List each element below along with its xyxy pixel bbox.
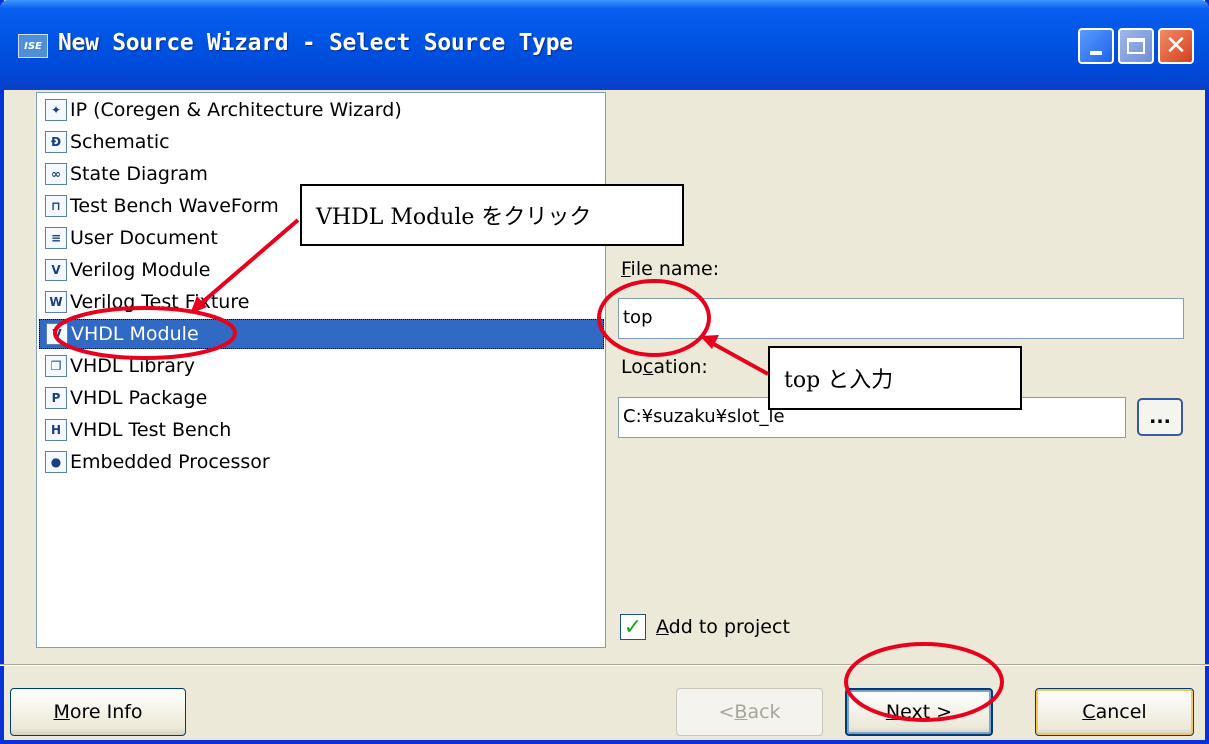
- file-name-input[interactable]: top: [618, 298, 1184, 339]
- maximize-button[interactable]: [1118, 28, 1154, 64]
- list-item-label: User Document: [70, 227, 218, 249]
- state-diagram-icon: ∞: [45, 163, 67, 185]
- processor-icon: ●: [45, 451, 67, 473]
- footer-separator: [0, 664, 1209, 666]
- list-item-label: Embedded Processor: [70, 451, 270, 473]
- vhdl-module-icon: V: [46, 323, 68, 345]
- maximize-icon: [1127, 38, 1145, 54]
- list-item-label: IP (Coregen & Architecture Wizard): [70, 99, 402, 121]
- ip-core-icon: ✦: [45, 99, 67, 121]
- title-bar[interactable]: ISE New Source Wizard - Select Source Ty…: [0, 0, 1209, 90]
- list-item-test-bench-waveform[interactable]: ⊓ Test Bench WaveForm: [45, 191, 279, 221]
- close-icon: ✕: [1165, 31, 1187, 61]
- document-icon: ≡: [45, 227, 67, 249]
- callout-vhdl-module: VHDL Module をクリック: [300, 184, 684, 246]
- cancel-button[interactable]: Cancel: [1035, 688, 1194, 736]
- list-item-state-diagram[interactable]: ∞ State Diagram: [45, 159, 208, 189]
- file-name-label: File name:: [621, 258, 720, 280]
- list-item-vhdl-library[interactable]: ❐ VHDL Library: [45, 351, 195, 381]
- list-item-verilog-test-fixture[interactable]: W Verilog Test Fixture: [45, 287, 249, 317]
- list-item-label: Verilog Test Fixture: [70, 291, 250, 313]
- list-item-vhdl-module[interactable]: V VHDL Module: [39, 319, 604, 349]
- list-item-label: VHDL Library: [70, 355, 195, 377]
- window-title: New Source Wizard - Select Source Type: [58, 30, 573, 56]
- list-item-label: Schematic: [70, 131, 170, 153]
- close-button[interactable]: ✕: [1158, 28, 1194, 64]
- list-item-label: VHDL Module: [71, 323, 199, 345]
- list-item-label: Verilog Module: [70, 259, 211, 281]
- list-item-verilog-module[interactable]: V Verilog Module: [45, 255, 210, 285]
- list-item-label: Test Bench WaveForm: [70, 195, 279, 217]
- callout-top-input: top と入力: [768, 346, 1022, 410]
- library-icon: ❐: [45, 355, 67, 377]
- back-button[interactable]: < Back: [676, 688, 823, 736]
- location-label: Location:: [621, 356, 708, 378]
- source-type-list[interactable]: ✦ IP (Coregen & Architecture Wizard) Ð Sche…: [36, 92, 606, 648]
- list-item-schematic[interactable]: Ð Schematic: [45, 127, 170, 157]
- add-to-project-checkbox[interactable]: ✓: [620, 614, 646, 640]
- more-info-button[interactable]: More Info: [10, 688, 186, 736]
- verilog-module-icon: V: [45, 259, 67, 281]
- list-item-vhdl-package[interactable]: P VHDL Package: [45, 383, 207, 413]
- list-item-embedded-processor[interactable]: ● Embedded Processor: [45, 447, 270, 477]
- list-item-ip-coregen-architecture-wizard[interactable]: ✦ IP (Coregen & Architecture Wizard): [45, 95, 402, 125]
- schematic-icon: Ð: [45, 131, 67, 153]
- testbench-icon: H: [45, 419, 67, 441]
- next-button[interactable]: Next >: [845, 688, 993, 736]
- waveform-icon: ⊓: [45, 195, 67, 217]
- list-item-label: VHDL Test Bench: [70, 419, 232, 441]
- minimize-button[interactable]: [1078, 28, 1114, 64]
- verilog-fixture-icon: W: [45, 291, 67, 313]
- add-to-project-label[interactable]: Add to project: [656, 616, 790, 638]
- list-item-user-document[interactable]: ≡ User Document: [45, 223, 218, 253]
- browse-button[interactable]: ...: [1137, 398, 1183, 436]
- list-item-vhdl-test-bench[interactable]: H VHDL Test Bench: [45, 415, 231, 445]
- package-icon: P: [45, 387, 67, 409]
- minimize-icon: [1090, 51, 1102, 55]
- list-item-label: State Diagram: [70, 163, 208, 185]
- ise-app-icon: ISE: [18, 34, 48, 58]
- checkmark-icon: ✓: [623, 614, 643, 640]
- list-item-label: VHDL Package: [70, 387, 208, 409]
